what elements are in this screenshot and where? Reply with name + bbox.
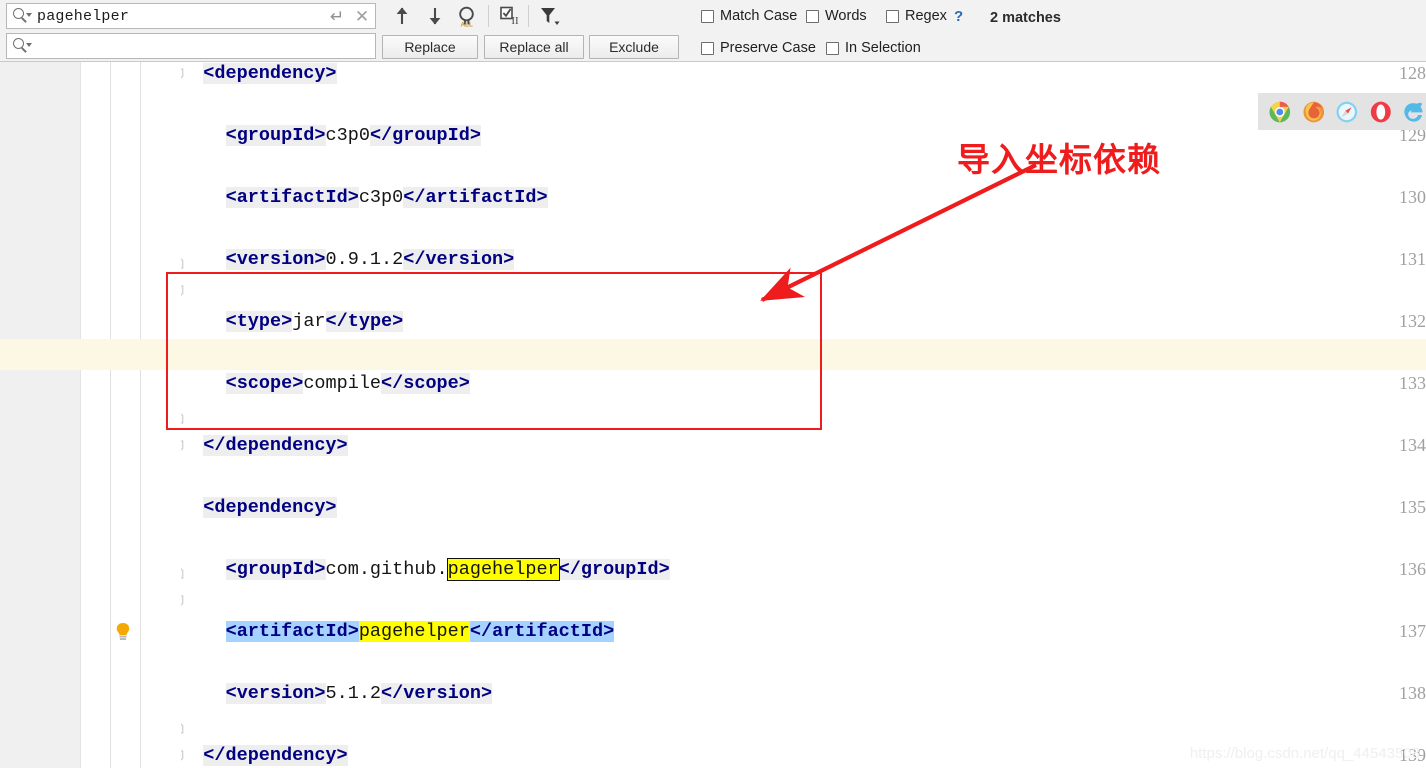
- annotation-text: 导入坐标依赖: [957, 140, 1161, 179]
- code-token: <dependency>: [203, 63, 337, 84]
- watermark: https://blog.csdn.net/qq_44543508: [1189, 745, 1420, 762]
- svg-text:ALL: ALL: [461, 22, 474, 29]
- replace-button[interactable]: Replace: [382, 35, 478, 59]
- replace-all-button[interactable]: Replace all: [484, 35, 584, 59]
- code-line-row[interactable]: 142<artifactId>spring-security-web</arti…: [0, 494, 1426, 525]
- code-line-row[interactable]: 144</dependency>: [0, 556, 1426, 587]
- match-case-checkbox[interactable]: Match Case: [701, 8, 797, 24]
- code-line-text: <dependency>: [203, 62, 337, 89]
- browser-preview-strip: [1258, 93, 1426, 130]
- replace-input[interactable]: [6, 33, 376, 59]
- code-line-row[interactable]: 130 <artifactId>c3p0</artifactId>: [0, 122, 1426, 208]
- arrow-down-icon[interactable]: [421, 2, 449, 30]
- close-icon[interactable]: ✕: [349, 8, 375, 25]
- code-line-row[interactable]: 140<dependency>: [0, 432, 1426, 463]
- words-box[interactable]: [806, 9, 819, 23]
- code-line-row[interactable]: 134 </dependency>: [0, 246, 1426, 456]
- regex-checkbox[interactable]: Regex: [886, 8, 947, 24]
- safari-icon[interactable]: [1335, 99, 1359, 125]
- replace-button-label: Replace: [404, 39, 456, 55]
- in-selection-label: In Selection: [845, 40, 921, 56]
- code-line-row[interactable]: 149</dependency>: [0, 711, 1426, 742]
- screenshot-root: pagehelper ↵ ✕ ALL II Replace Replace al…: [0, 0, 1426, 768]
- code-line-row[interactable]: 143<version>${spring.security.version}</…: [0, 525, 1426, 556]
- search-icon[interactable]: [11, 5, 33, 27]
- code-line-row[interactable]: 148<version>${spring.security.version}</…: [0, 680, 1426, 711]
- exclude-button-label: Exclude: [609, 39, 659, 55]
- match-case-box[interactable]: [701, 9, 714, 23]
- line-number: 128: [1399, 63, 1426, 83]
- search-input-value: pagehelper: [37, 7, 130, 25]
- code-line-row[interactable]: 137 <artifactId>pagehelper</artifactId>: [0, 339, 1426, 642]
- regex-box[interactable]: [886, 9, 899, 23]
- find-replace-toolbar: pagehelper ↵ ✕ ALL II Replace Replace al…: [0, 0, 1426, 62]
- code-line-row[interactable]: 129 <groupId>c3p0</groupId>: [0, 91, 1426, 146]
- words-checkbox[interactable]: Words: [806, 8, 867, 24]
- code-line-row[interactable]: 145<dependency>: [0, 587, 1426, 618]
- code-line-row[interactable]: 131 <version>0.9.1.2</version>: [0, 153, 1426, 270]
- regex-help-link[interactable]: ?: [954, 8, 963, 25]
- code-line-row[interactable]: 141<groupId>org.springframework.security…: [0, 463, 1426, 494]
- regex-label: Regex: [905, 8, 947, 24]
- find-all-icon[interactable]: ALL: [453, 2, 481, 30]
- code-line-row[interactable]: 133 <scope>compile</scope>: [0, 215, 1426, 394]
- search-input[interactable]: pagehelper ↵ ✕: [6, 3, 376, 29]
- in-selection-box[interactable]: [826, 41, 839, 55]
- match-count-status: 2 matches: [990, 10, 1061, 26]
- in-selection-checkbox[interactable]: In Selection: [826, 40, 921, 56]
- chrome-icon[interactable]: [1268, 99, 1292, 125]
- preserve-case-box[interactable]: [701, 41, 714, 55]
- arrow-up-icon[interactable]: [388, 2, 416, 30]
- enter-return-icon[interactable]: ↵: [325, 8, 349, 25]
- code-line-row[interactable]: 135 <dependency>: [0, 277, 1426, 518]
- opera-icon[interactable]: [1369, 99, 1393, 125]
- svg-text:II: II: [511, 15, 519, 27]
- exclude-button[interactable]: Exclude: [589, 35, 679, 59]
- filter-icon[interactable]: [536, 2, 564, 30]
- code-line-row[interactable]: 139 </dependency>: [0, 401, 1426, 766]
- match-case-label: Match Case: [720, 8, 798, 24]
- code-line-row[interactable]: 128 <dependency>: [0, 62, 1426, 91]
- code-line-row[interactable]: 136 <groupId>com.github.pagehelper</group…: [0, 308, 1426, 581]
- code-line-row[interactable]: 146<groupId>org.springframework.security…: [0, 618, 1426, 649]
- replace-all-button-label: Replace all: [499, 39, 569, 55]
- code-line-row[interactable]: 132 <type>jar</type>: [0, 184, 1426, 332]
- firefox-icon[interactable]: [1302, 99, 1326, 125]
- preserve-case-checkbox[interactable]: Preserve Case: [701, 40, 816, 56]
- select-all-occurrences-icon[interactable]: II: [495, 2, 523, 30]
- replace-search-icon[interactable]: [11, 35, 33, 57]
- code-line-row[interactable]: 138 <version>5.1.2</version>: [0, 370, 1426, 704]
- preserve-case-label: Preserve Case: [720, 40, 816, 56]
- internet-explorer-icon[interactable]: [1402, 99, 1426, 125]
- code-line-row[interactable]: 147<artifactId>spring-security-config</a…: [0, 649, 1426, 680]
- words-label: Words: [825, 8, 867, 24]
- code-editor[interactable]: 128 <dependency> 129 <groupId>c3p0</groupId…: [0, 62, 1426, 768]
